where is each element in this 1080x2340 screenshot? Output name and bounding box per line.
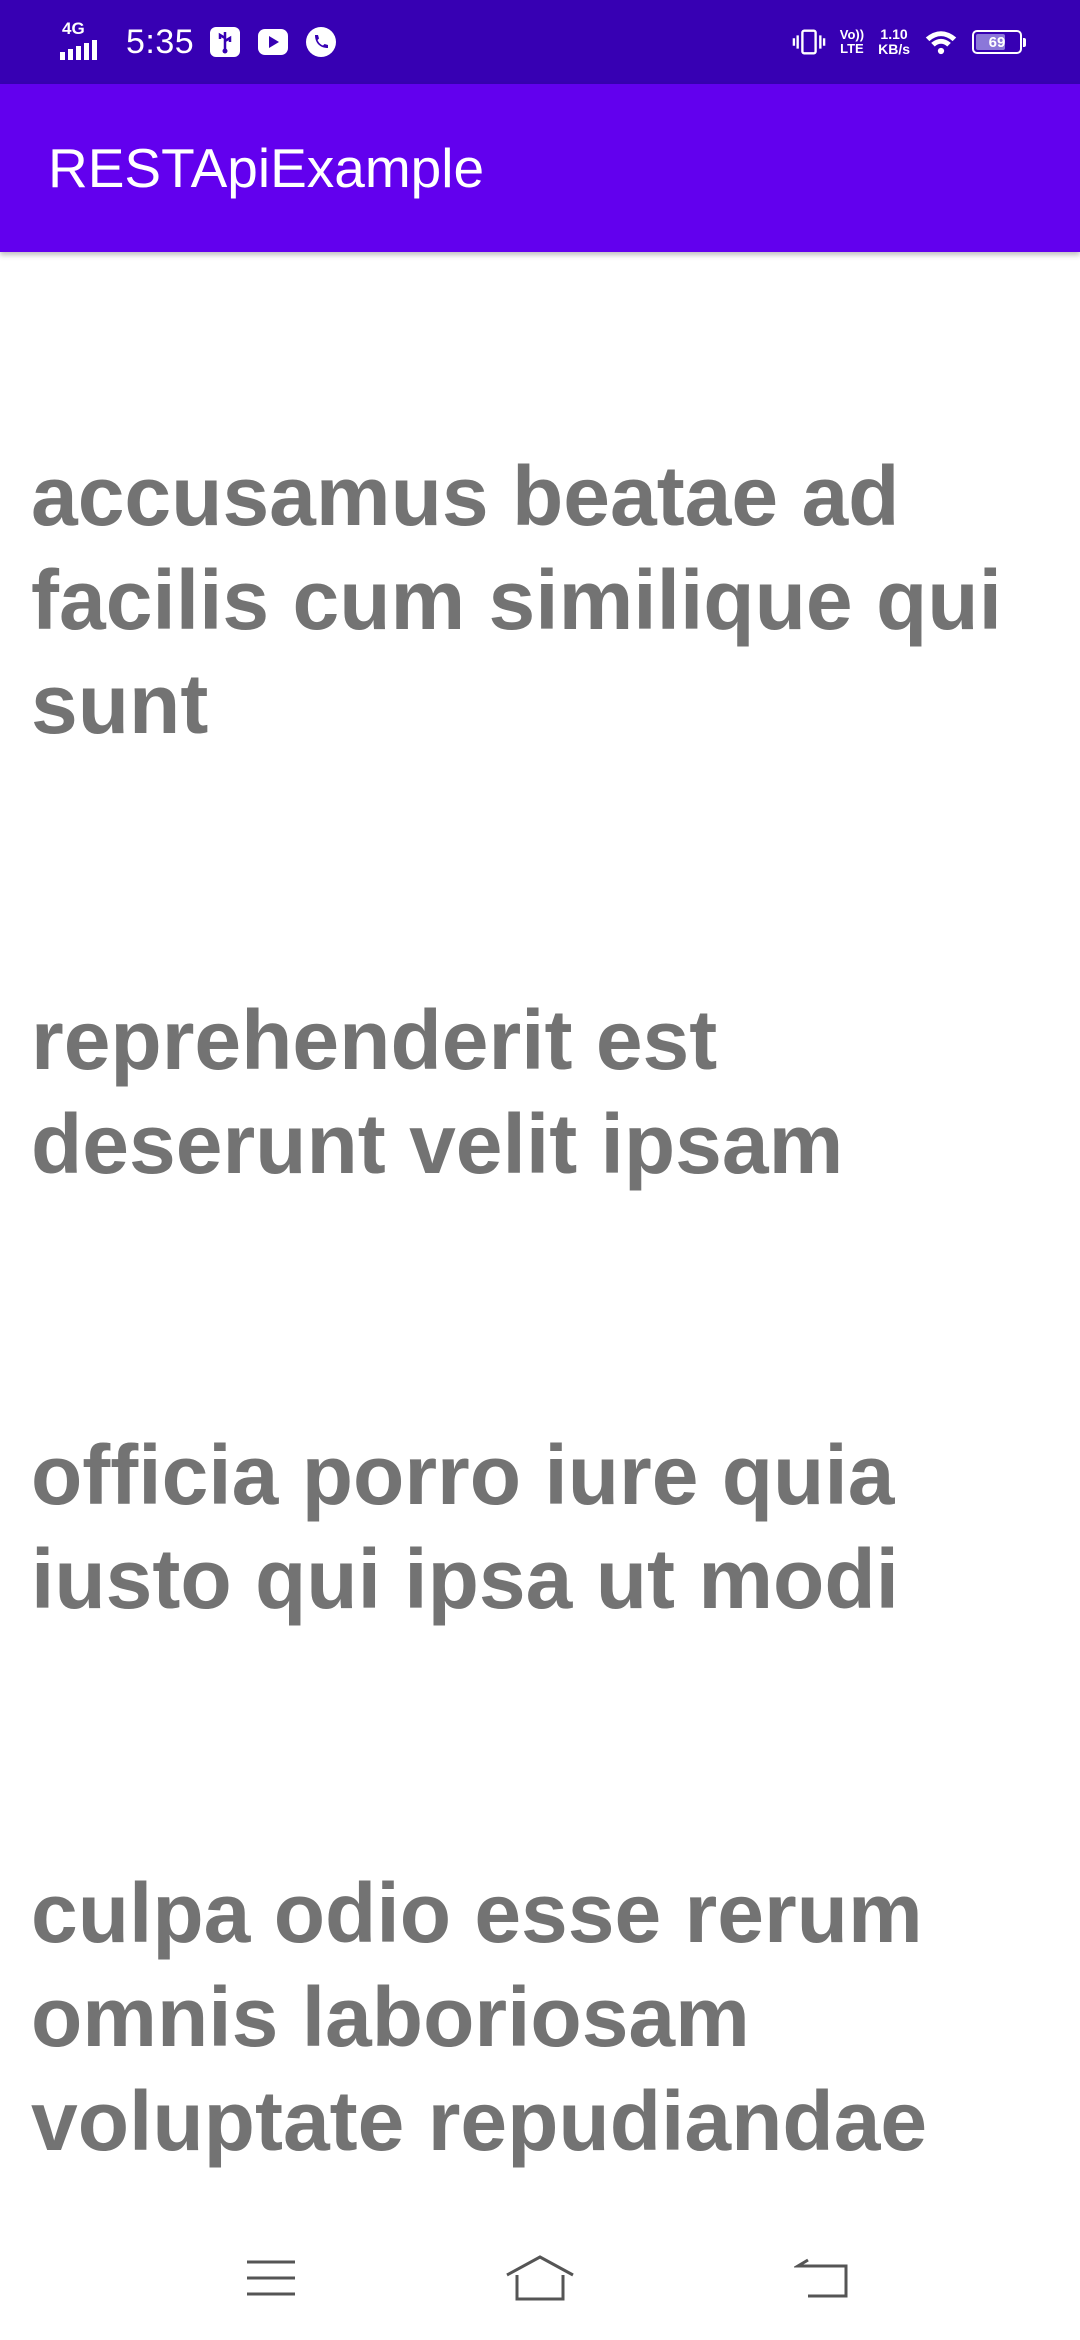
home-button[interactable] [500, 2250, 580, 2310]
network-type-label: 4G [62, 19, 85, 38]
status-left: 4G 5:35 [60, 0, 338, 84]
volte-line2: LTE [840, 41, 864, 56]
network-speed: 1.10 KB/s [878, 27, 910, 57]
list-item[interactable]: accusamus beatae ad facilis cum similiqu… [31, 444, 1051, 756]
volte-line1: Vo)) [839, 27, 865, 42]
screen: 4G 5:35 Vo)) LTE 1.10 KB/s 69 RESTApiExa… [0, 0, 1080, 2340]
battery-level: 69 [988, 33, 1006, 51]
list-item[interactable]: officia porro iure quia iusto qui ipsa u… [31, 1423, 1051, 1631]
volte-indicator: Vo)) LTE [840, 28, 864, 56]
back-icon [792, 2256, 854, 2305]
app-title: RESTApiExample [48, 137, 485, 199]
home-icon [503, 2253, 577, 2308]
app-bar: RESTApiExample [0, 84, 1080, 252]
system-nav-bar [0, 2220, 1080, 2340]
battery-icon: 69 [972, 30, 1026, 54]
usb-debug-icon [208, 25, 242, 59]
menu-icon [243, 2256, 299, 2305]
speed-unit: KB/s [878, 41, 910, 57]
youtube-icon [256, 25, 290, 59]
clock: 5:35 [126, 23, 195, 61]
speed-value: 1.10 [880, 26, 908, 42]
signal-bars-icon: 4G [60, 20, 112, 64]
wifi-icon [924, 25, 958, 59]
vibrate-icon [792, 25, 826, 59]
back-button[interactable] [784, 2250, 864, 2310]
phone-call-icon [304, 25, 338, 59]
list-item[interactable]: culpa odio esse rerum omnis laboriosam v… [31, 1861, 1051, 2173]
list-item[interactable]: reprehenderit est deserunt velit ipsam [31, 988, 1051, 1196]
status-right: Vo)) LTE 1.10 KB/s 69 [792, 0, 1026, 84]
menu-button[interactable] [231, 2250, 311, 2310]
status-bar: 4G 5:35 Vo)) LTE 1.10 KB/s 69 [0, 0, 1080, 84]
